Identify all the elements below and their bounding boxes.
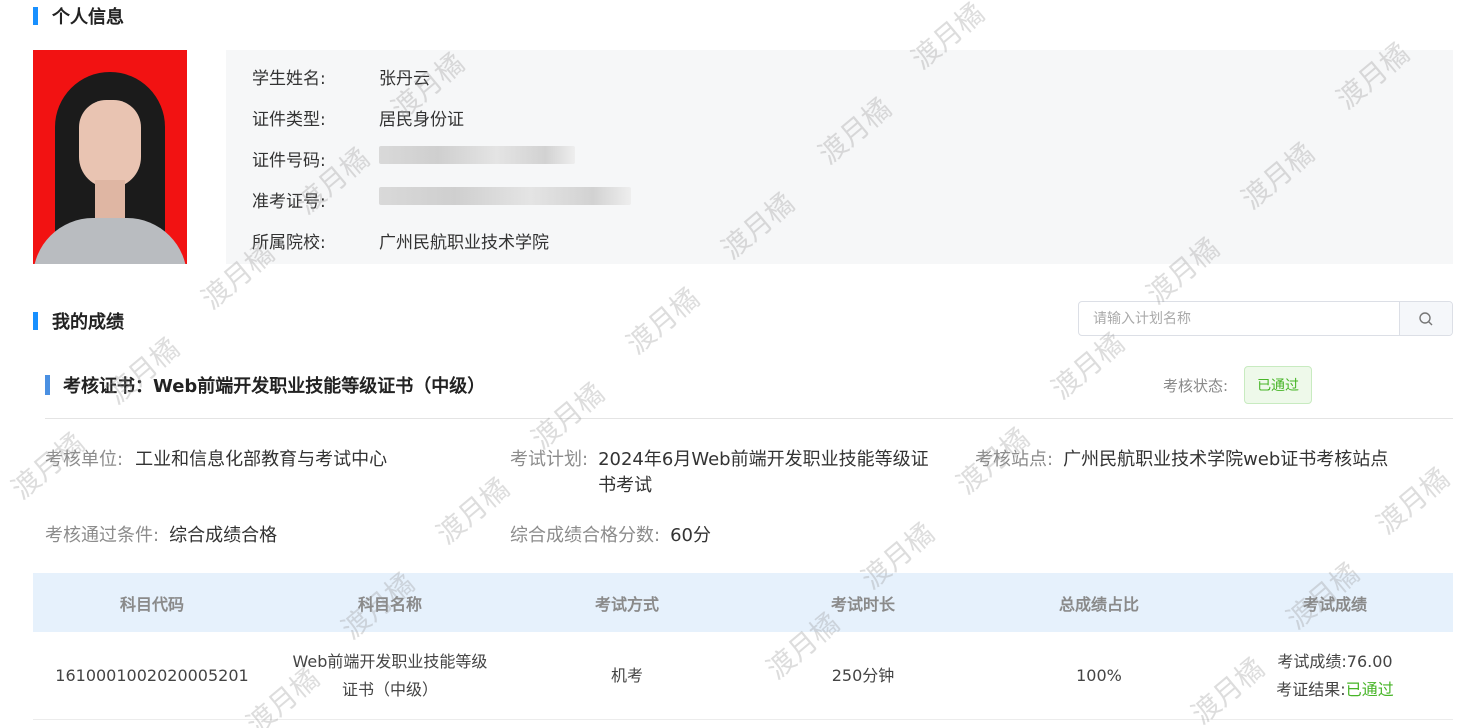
field-label: 考核站点: bbox=[975, 449, 1054, 470]
field-site: 考核站点: 广州民航职业技术学院web证书考核站点 bbox=[975, 447, 1388, 473]
watermark: 渡月橘 bbox=[620, 281, 706, 361]
personal-info-panel: 学生姓名: 张丹云 证件类型: 居民身份证 证件号码: 准考证号: 所属院校: … bbox=[226, 50, 1453, 264]
field-value: 60分 bbox=[670, 525, 711, 546]
table-row: 1610001002020005201 Web前端开发职业技能等级 证书（中级）… bbox=[33, 632, 1453, 720]
field-pass-score: 综合成绩合格分数: 60分 bbox=[510, 523, 711, 549]
cell-code: 1610001002020005201 bbox=[55, 665, 249, 685]
field-label: 考核单位: bbox=[45, 449, 124, 470]
info-value: 张丹云 bbox=[379, 69, 430, 89]
field-value: 工业和信息化部教育与考试中心 bbox=[135, 449, 388, 470]
watermark: 渡月橘 bbox=[100, 331, 186, 411]
my-scores-title: 我的成绩 bbox=[33, 308, 124, 334]
cell-subject-name: Web前端开发职业技能等级 证书（中级） bbox=[271, 632, 509, 719]
field-pass-condition: 考核通过条件: 综合成绩合格 bbox=[45, 523, 277, 549]
cell-ratio: 100% bbox=[1076, 665, 1122, 685]
title-accent-bar bbox=[33, 7, 38, 25]
info-row-id-number: 证件号码: bbox=[252, 146, 575, 171]
plan-search bbox=[1078, 301, 1453, 336]
cell-score: 考试成绩:76.00 考证结果:已通过 bbox=[1217, 632, 1453, 719]
divider bbox=[45, 418, 1453, 419]
info-row-ticket-number: 准考证号: bbox=[252, 187, 631, 212]
info-value: 广州民航职业技术学院 bbox=[379, 233, 549, 253]
score-label: 考试成绩: bbox=[1277, 651, 1347, 671]
score-value: 76.00 bbox=[1346, 651, 1393, 671]
info-label: 证件类型: bbox=[252, 110, 326, 130]
score-line: 考试成绩:76.00 bbox=[1277, 648, 1392, 676]
field-value: 广州民航职业技术学院web证书考核站点 bbox=[1063, 449, 1389, 470]
column-header: 考试时长 bbox=[830, 594, 895, 614]
result-line: 考证结果:已通过 bbox=[1276, 676, 1393, 704]
cell-duration: 250分钟 bbox=[831, 665, 895, 685]
result-label: 考证结果: bbox=[1276, 679, 1346, 699]
title-accent-bar bbox=[33, 312, 38, 330]
column-header: 科目代码 bbox=[119, 594, 184, 614]
search-icon bbox=[1419, 311, 1433, 325]
field-value: 2024年6月Web前端开发职业技能等级证 书考试 bbox=[598, 447, 929, 499]
field-plan: 考试计划: 2024年6月Web前端开发职业技能等级证 书考试 bbox=[510, 447, 929, 499]
plan-search-input[interactable] bbox=[1079, 302, 1399, 335]
personal-info-title: 个人信息 bbox=[33, 3, 124, 29]
column-header: 考试方式 bbox=[594, 594, 659, 614]
plan-value-line: 2024年6月Web前端开发职业技能等级证 bbox=[598, 449, 929, 470]
exam-status: 考核状态: 已通过 bbox=[1163, 366, 1313, 404]
info-label: 学生姓名: bbox=[252, 69, 326, 89]
score-table-header: 科目代码 科目名称 考试方式 考试时长 总成绩占比 考试成绩 bbox=[33, 573, 1453, 632]
info-value: 居民身份证 bbox=[379, 110, 464, 130]
title-accent-bar bbox=[45, 375, 50, 395]
info-row-school: 所属院校: 广州民航职业技术学院 bbox=[252, 228, 549, 253]
field-label: 考试计划: bbox=[510, 449, 589, 470]
column-header: 考试成绩 bbox=[1302, 594, 1367, 614]
info-label: 准考证号: bbox=[252, 192, 326, 212]
field-label: 考核通过条件: bbox=[45, 525, 160, 546]
status-label: 考核状态: bbox=[1163, 376, 1229, 395]
plan-value-line: 书考试 bbox=[598, 475, 653, 496]
field-label: 综合成绩合格分数: bbox=[510, 525, 661, 546]
info-label: 证件号码: bbox=[252, 151, 326, 171]
column-header: 科目名称 bbox=[357, 594, 422, 614]
field-unit: 考核单位: 工业和信息化部教育与考试中心 bbox=[45, 447, 387, 473]
watermark: 渡月橘 bbox=[430, 471, 516, 551]
certificate-title-text: 考核证书：Web前端开发职业技能等级证书（中级） bbox=[63, 376, 486, 397]
column-header: 总成绩占比 bbox=[1058, 594, 1139, 614]
info-label: 所属院校: bbox=[252, 233, 326, 253]
watermark: 渡月橘 bbox=[525, 376, 611, 456]
result-value: 已通过 bbox=[1345, 679, 1394, 699]
redacted-id-number bbox=[379, 146, 575, 164]
certificate-title: 考核证书：Web前端开发职业技能等级证书（中级） bbox=[45, 372, 485, 398]
subject-name-line: 证书（中级） bbox=[341, 679, 438, 699]
section-title-text: 个人信息 bbox=[52, 7, 124, 28]
redacted-ticket-number bbox=[379, 187, 631, 205]
section-title-text: 我的成绩 bbox=[52, 312, 124, 333]
field-value: 综合成绩合格 bbox=[169, 525, 278, 546]
search-button[interactable] bbox=[1399, 302, 1452, 335]
info-row-id-type: 证件类型: 居民身份证 bbox=[252, 105, 464, 130]
info-row-name: 学生姓名: 张丹云 bbox=[252, 64, 430, 89]
subject-name-line: Web前端开发职业技能等级 bbox=[292, 651, 488, 671]
student-photo bbox=[33, 50, 187, 264]
status-badge: 已通过 bbox=[1244, 366, 1313, 404]
cell-method: 机考 bbox=[610, 665, 643, 685]
